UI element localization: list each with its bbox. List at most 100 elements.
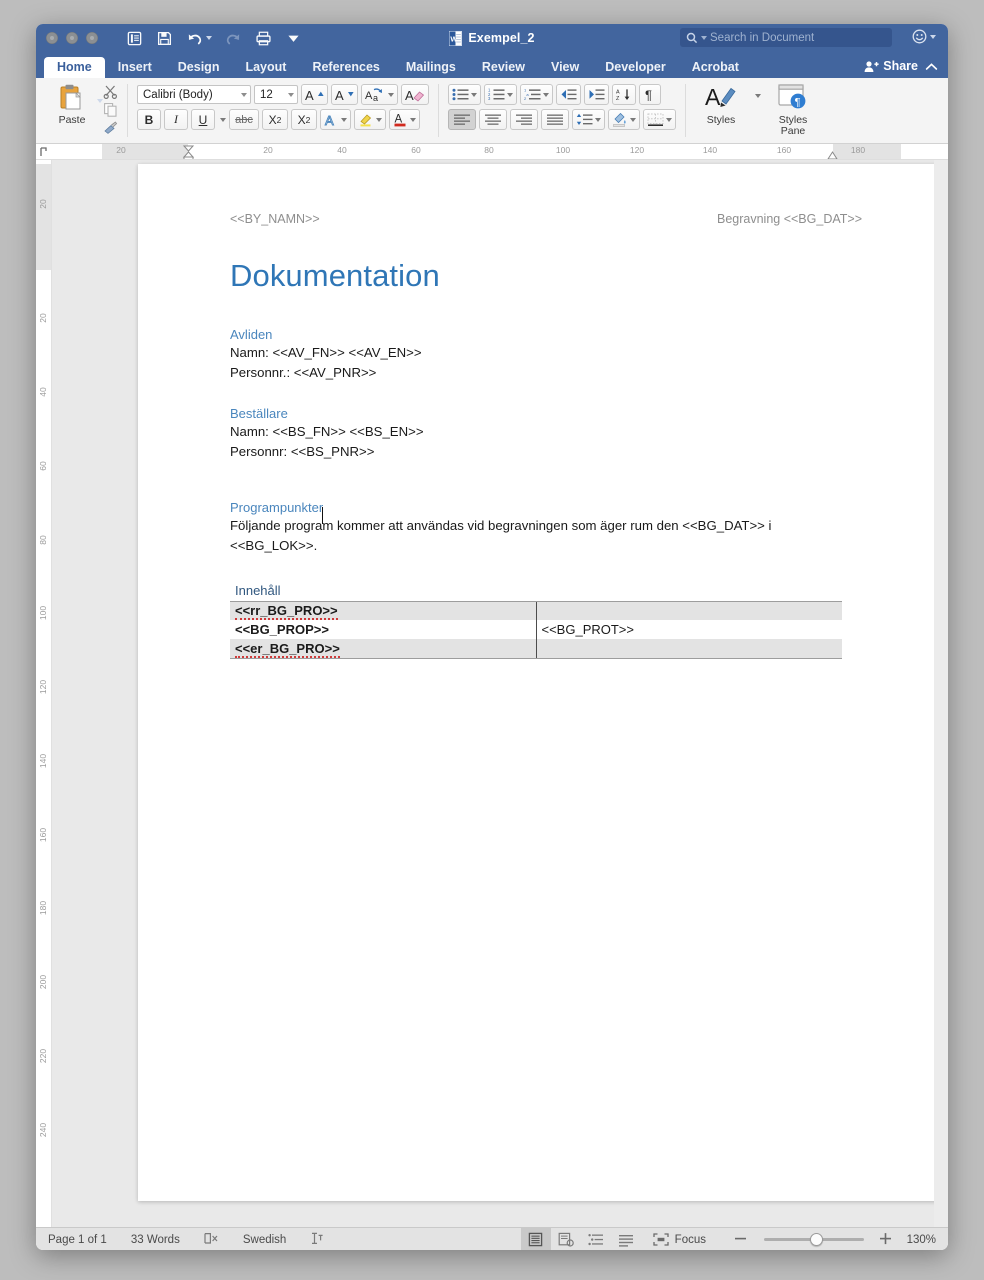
document-page[interactable]: <<BY_NAMN>> Begravning <<BG_DAT>> Dokume…	[138, 164, 938, 1201]
share-button[interactable]: Share	[864, 59, 918, 73]
styles-button[interactable]: A Styles	[698, 83, 744, 126]
highlight-color-button[interactable]	[354, 109, 386, 130]
text-effects-button[interactable]: A	[320, 109, 351, 130]
underline-button[interactable]: U	[191, 109, 215, 130]
superscript-button[interactable]: X2	[291, 109, 317, 130]
justify-button[interactable]	[541, 109, 569, 130]
tab-mailings[interactable]: Mailings	[393, 57, 469, 79]
table-row[interactable]: <<rr_BG_PRO>>	[230, 601, 842, 621]
line-spacing-button[interactable]	[572, 109, 605, 130]
word-count-status[interactable]: 33 Words	[119, 1234, 192, 1246]
scissors-icon[interactable]	[103, 84, 118, 99]
feedback-dropdown-caret[interactable]	[930, 34, 936, 39]
print-layout-view-icon[interactable]	[126, 30, 143, 47]
search-input[interactable]: Search in Document	[680, 28, 892, 47]
paste-button[interactable]: Paste	[49, 81, 95, 126]
tab-insert[interactable]: Insert	[105, 57, 165, 79]
outline-view-button[interactable]	[581, 1228, 611, 1251]
program-table[interactable]: Innehåll <<rr_BG_PRO>> <<BG_PROP>> <<BG_…	[230, 581, 842, 659]
tab-design[interactable]: Design	[165, 57, 233, 79]
italic-button[interactable]: I	[164, 109, 188, 130]
underline-dropdown-caret[interactable]	[220, 117, 226, 122]
feedback-menu[interactable]	[912, 29, 936, 44]
tab-references[interactable]: References	[299, 57, 392, 79]
strikethrough-button[interactable]: abc	[229, 109, 259, 130]
table-cell-value[interactable]	[536, 639, 842, 659]
table-row[interactable]: <<er_BG_PRO>>	[230, 639, 842, 659]
chevron-up-icon[interactable]	[925, 62, 938, 72]
document-header[interactable]: <<BY_NAMN>> Begravning <<BG_DAT>>	[230, 212, 862, 226]
save-icon[interactable]	[156, 30, 173, 47]
multilevel-list-button[interactable]: 1 a 2	[520, 84, 553, 105]
redo-icon[interactable]	[225, 30, 242, 47]
right-indent-marker[interactable]	[826, 151, 839, 160]
styles-pane-button[interactable]: ¶ Styles Pane	[770, 83, 816, 137]
page-count-status[interactable]: Page 1 of 1	[36, 1234, 119, 1246]
tab-acrobat[interactable]: Acrobat	[679, 57, 752, 79]
font-size-select[interactable]: 12	[254, 85, 298, 104]
format-painter-icon[interactable]	[103, 120, 118, 135]
copy-icon[interactable]	[103, 102, 118, 117]
zoom-slider-handle[interactable]	[810, 1233, 823, 1246]
clear-formatting-button[interactable]: A	[401, 84, 429, 105]
zoom-in-button[interactable]	[873, 1232, 902, 1248]
font-color-button[interactable]: A	[389, 109, 420, 130]
web-layout-view-button[interactable]	[551, 1228, 581, 1251]
grow-font-button[interactable]: A	[301, 84, 328, 105]
print-icon[interactable]	[255, 30, 272, 47]
table-cell-field[interactable]: <<er_BG_PRO>>	[230, 639, 537, 659]
table-cell-value[interactable]: <<BG_PROT>>	[536, 620, 842, 639]
maximize-button[interactable]	[86, 32, 98, 44]
decrease-indent-button[interactable]	[556, 84, 581, 105]
zoom-percentage[interactable]: 130%	[902, 1234, 948, 1246]
ruler-label: 80	[484, 145, 494, 155]
shading-button[interactable]	[608, 109, 640, 130]
undo-icon[interactable]	[186, 30, 203, 47]
vertical-ruler[interactable]: 20 20 40 60 80 100 120 140 160 180 200 2…	[36, 160, 52, 1227]
vertical-scrollbar[interactable]	[934, 160, 948, 1227]
bullet-list-button[interactable]	[448, 84, 481, 105]
font-family-select[interactable]: Calibri (Body)	[137, 85, 251, 104]
undo-dropdown-caret[interactable]	[206, 36, 212, 40]
close-button[interactable]	[46, 32, 58, 44]
focus-mode-button[interactable]: Focus	[641, 1233, 718, 1246]
shrink-font-button[interactable]: A	[331, 84, 358, 105]
table-cell-field[interactable]: <<BG_PROP>>	[230, 620, 537, 639]
language-status[interactable]: Swedish	[231, 1234, 298, 1246]
align-right-button[interactable]	[510, 109, 538, 130]
align-center-button[interactable]	[479, 109, 507, 130]
indent-markers[interactable]	[182, 145, 195, 160]
draft-view-button[interactable]	[611, 1228, 641, 1251]
show-formatting-marks-button[interactable]: ¶	[639, 84, 661, 105]
track-changes-status[interactable]	[298, 1232, 336, 1248]
smiley-face-icon[interactable]	[912, 29, 927, 44]
increase-indent-button[interactable]	[584, 84, 609, 105]
tab-developer[interactable]: Developer	[592, 57, 678, 79]
styles-dropdown-caret[interactable]	[755, 94, 761, 98]
zoom-out-button[interactable]	[718, 1232, 755, 1248]
subscript-button[interactable]: X2	[262, 109, 288, 130]
sort-button[interactable]: A Z	[612, 84, 636, 105]
left-tab-stop-icon[interactable]	[40, 147, 49, 157]
tab-review[interactable]: Review	[469, 57, 538, 79]
tab-layout[interactable]: Layout	[232, 57, 299, 79]
borders-button[interactable]	[643, 109, 676, 130]
table-row[interactable]: <<BG_PROP>> <<BG_PROT>>	[230, 620, 842, 639]
search-dropdown-caret[interactable]	[701, 35, 707, 40]
proofing-status[interactable]	[192, 1232, 231, 1248]
print-layout-view-button[interactable]	[520, 1227, 551, 1250]
change-case-button[interactable]: A a	[361, 84, 398, 105]
align-left-button[interactable]	[448, 109, 476, 130]
numbered-list-button[interactable]: 1 2 3	[484, 84, 517, 105]
zoom-slider[interactable]	[764, 1233, 864, 1247]
bold-button[interactable]: B	[137, 109, 161, 130]
document-canvas[interactable]: <<BY_NAMN>> Begravning <<BG_DAT>> Dokume…	[52, 160, 948, 1227]
table-cell-value[interactable]	[536, 601, 842, 620]
customize-toolbar-icon[interactable]	[285, 30, 302, 47]
minimize-button[interactable]	[66, 32, 78, 44]
tab-home[interactable]: Home	[44, 56, 105, 78]
table-cell-field[interactable]: <<rr_BG_PRO>>	[230, 601, 537, 621]
window-controls[interactable]	[46, 32, 98, 44]
tab-view[interactable]: View	[538, 57, 592, 79]
horizontal-ruler[interactable]: 20 20 40 60 80 100 120 140 160 180	[36, 144, 948, 160]
